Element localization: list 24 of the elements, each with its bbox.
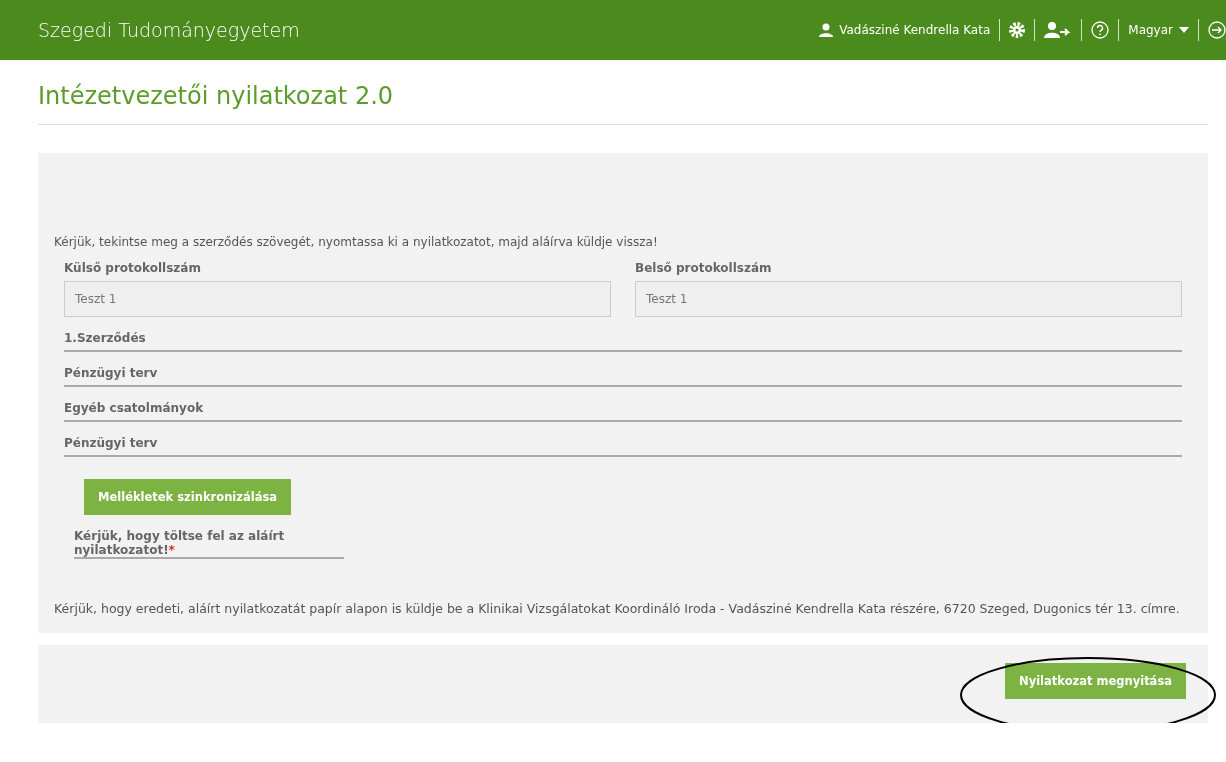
- section-header[interactable]: Pénzügyi terv: [64, 436, 1182, 457]
- input-field[interactable]: Teszt 1: [635, 281, 1182, 317]
- section-header[interactable]: Pénzügyi terv: [64, 366, 1182, 387]
- user-icon: [819, 23, 834, 37]
- help-icon[interactable]: [1091, 21, 1110, 39]
- language-dropdown[interactable]: Magyar: [1128, 23, 1189, 37]
- field-label: Belső protokollszám: [635, 261, 773, 275]
- user-switch-icon[interactable]: [1044, 22, 1073, 38]
- settings-icon[interactable]: [1009, 22, 1026, 38]
- sync-button[interactable]: Mellékletek szinkronizálása: [84, 479, 292, 515]
- page-title: Intézetvezetői nyilatkozat 2.0: [38, 60, 1208, 125]
- upload-field[interactable]: Kérjük, hogy töltse fel az aláírt nyilatkozatot!*: [74, 529, 344, 559]
- postal-note: Kérjük, hogy eredeti, aláírt nyilatkozatát papír alapon is küldje be a Klinikai Vizsgálatokat Koordináló Iroda - Vadásziné Kendrella Kata részére, 6720 Szeged, Dugonics tér 13. címre.: [54, 600, 1181, 618]
- open-button[interactable]: Nyilatkozat megnyitása: [1005, 663, 1186, 699]
- section-header[interactable]: 1.Szerződés: [64, 331, 1182, 352]
- brand-name: Szegedi Tudományegyetem: [38, 19, 301, 41]
- instruction-text: Kérjük, tekintse meg a szerződés szövegét, nyomtassa ki a nyilatkozatot, majd aláírva küldje vissza!: [54, 235, 659, 249]
- field-label: Külső protokollszám: [64, 261, 202, 275]
- logout-icon[interactable]: [1208, 21, 1226, 39]
- required-mark: *: [168, 543, 175, 557]
- user-link[interactable]: Vadásziné Kendrella Kata: [819, 23, 991, 37]
- caret-icon: [1179, 27, 1189, 33]
- section-header[interactable]: Egyéb csatolmányok: [64, 401, 1182, 422]
- input-field[interactable]: Teszt 1: [64, 281, 611, 317]
